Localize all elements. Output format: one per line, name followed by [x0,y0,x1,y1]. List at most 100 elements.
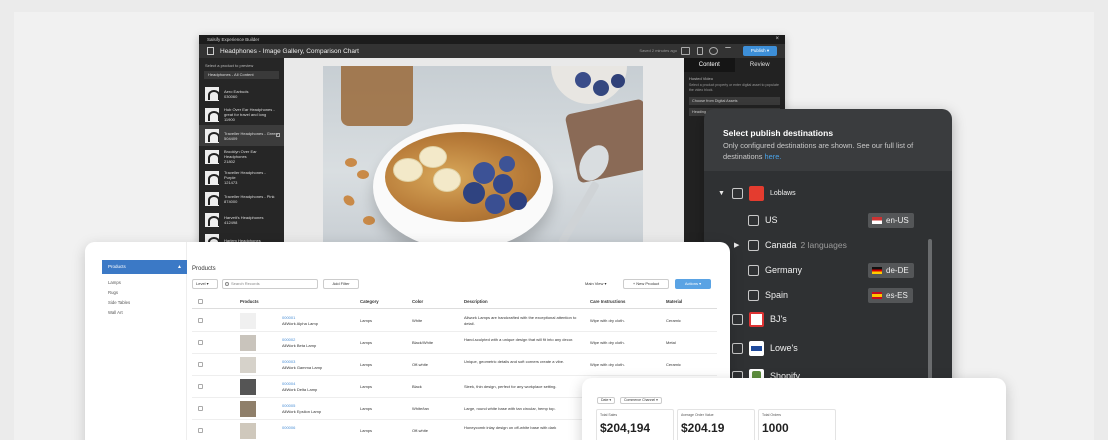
column-header[interactable]: Material [666,295,682,309]
digital-assets-field[interactable]: Choose from Digital Assets [689,97,780,105]
publish-button[interactable]: Publish ▾ [743,46,777,56]
close-icon[interactable]: × [775,35,779,44]
expand-down-icon[interactable]: ▼ [718,190,726,197]
add-filter-button[interactable]: Add Filter [323,279,359,289]
desktop-view-icon[interactable] [681,47,690,55]
destination-row-germany[interactable]: Germany [748,263,802,277]
product-item-id: 21802 [224,159,236,164]
column-header[interactable]: Color [412,295,423,309]
sidebar-item-products[interactable]: Products ▲ [102,260,187,274]
checkbox[interactable] [748,289,759,301]
select-all-checkbox[interactable] [198,299,203,304]
product-item[interactable]: Hub Over Ear Headphones - great for trav… [199,104,284,125]
us-flag-icon [872,217,882,224]
sidebar-item-rugs[interactable]: Rugs [108,290,118,295]
table-row[interactable]: 000001 AllWork Alpha Lamp Lamps White All… [192,310,717,332]
cell-color: Black/White [412,340,434,345]
product-name: AllWork Beta Lamp [282,342,317,348]
destination-row-canada[interactable]: ▶ Canada 2 languages [734,238,847,252]
column-header[interactable]: Category [360,295,379,309]
row-checkbox[interactable] [198,428,203,433]
analytics-card: Date ▾ Commerce Channel ▾ Total Sales $2… [582,378,1006,440]
blueberry [611,74,625,88]
cell-color: White/tan [412,406,429,411]
headphones-thumbnail [205,212,219,227]
cell-care: Wipe with dry cloth. [590,362,625,367]
destination-row-spain[interactable]: Spain [748,288,788,302]
granola-jar [341,66,413,126]
loblaws-logo-icon [749,185,764,201]
chevron-up-icon[interactable]: ▲ [177,260,182,274]
stat-card-average-order-value: Average Order Value $204.19 [677,409,755,440]
level-dropdown[interactable]: Level ▾ [192,279,218,289]
headphones-thumbnail [205,149,219,164]
product-name: AllWork Delta Lamp [282,386,318,392]
blueberry [593,80,609,96]
almond [345,158,357,167]
lamp-thumbnail [240,357,256,373]
row-checkbox[interactable] [198,406,203,411]
actions-button[interactable]: Actions ▾ [675,279,711,289]
checkbox[interactable] [732,313,743,325]
blueberry [485,194,505,214]
document-title: Headphones - Image Gallery, Comparison C… [220,47,359,55]
cell-color: Off-white [412,362,428,367]
product-item[interactable]: Harvett's Headphones 412498 [199,209,284,230]
publish-heading: Select publish destinations [723,128,834,138]
destination-row-bjs[interactable]: BJ's [732,311,787,327]
product-select[interactable]: Headphones - All Content [204,71,279,79]
sidebar-item-lamps[interactable]: Lamps [108,280,121,285]
language-count: 2 languages [800,240,847,250]
row-checkbox[interactable] [198,318,203,323]
sidebar-item-side-tables[interactable]: Side Tables [108,300,130,305]
product-item-name: Traveller Headphones - Pink [224,193,275,199]
cell-description: Honeycomb inlay design on off-white base… [464,425,557,430]
product-item-name: Traveller Headphones - Green [224,130,278,136]
table-row[interactable]: 000003 AllWork Gamma Lamp Lamps Off-white… [192,354,717,376]
product-item[interactable]: Brooklyn Over Ear Headphones 21802 [199,146,284,167]
almond [357,170,369,179]
row-checkbox[interactable] [198,340,203,345]
date-filter-chip[interactable]: Date ▾ [597,397,616,404]
checkbox[interactable] [748,264,759,276]
tab-content[interactable]: Content [684,58,735,72]
locale-label: en-US [886,216,909,225]
tab-review[interactable]: Review [735,58,786,72]
destination-row-loblaws[interactable]: ▼ Loblaws [718,185,796,201]
commerce-channel-chip[interactable]: Commerce Channel ▾ [620,397,662,404]
destination-row-us[interactable]: US [748,213,778,227]
new-product-button[interactable]: + New Product [623,279,669,289]
row-checkbox[interactable] [198,384,203,389]
external-link-icon[interactable] [276,133,280,137]
product-item-active[interactable]: Traveller Headphones - Green 504409 [199,125,284,146]
mobile-view-icon[interactable] [697,47,703,55]
column-header[interactable]: Description [464,295,488,309]
product-item[interactable]: Traveller Headphones - Purple 121473 [199,167,284,188]
search-input[interactable]: Search Records [222,279,318,289]
checkbox[interactable] [748,214,759,226]
cell-care: Wipe with dry cloth. [590,340,625,345]
checkbox[interactable] [732,187,743,199]
app-title-bar: Salsify Experience Builder × [199,35,785,44]
row-checkbox[interactable] [198,362,203,367]
upload-icon[interactable] [725,47,731,55]
product-item[interactable]: Aero Earbuds 030060 [199,83,284,104]
column-header[interactable]: Care Instructions [590,295,625,309]
destination-row-lowes[interactable]: Lowe's [732,340,798,356]
preview-icon[interactable] [709,47,718,55]
column-header[interactable]: Products [240,295,259,309]
product-item[interactable]: Traveller Headphones - Pink 874000 [199,188,284,209]
table-row[interactable]: 000002 AllWork Beta Lamp Lamps Black/Whit… [192,332,717,354]
destinations-link[interactable]: here. [765,152,782,161]
headphones-thumbnail [205,128,219,143]
destination-label: Germany [765,265,803,275]
sidebar-item-wall-art[interactable]: Wall Art [108,310,123,315]
main-view-dropdown[interactable]: Main View ▾ [585,279,619,289]
checkbox[interactable] [732,342,743,354]
stat-label: Average Order Value [681,413,714,417]
checkbox[interactable] [748,239,759,251]
block-help-text: Select a product property or enter digit… [689,83,779,92]
product-id-link[interactable]: 000006 [282,425,295,431]
expand-right-icon[interactable]: ▶ [734,241,742,249]
scrollbar[interactable] [928,239,932,381]
